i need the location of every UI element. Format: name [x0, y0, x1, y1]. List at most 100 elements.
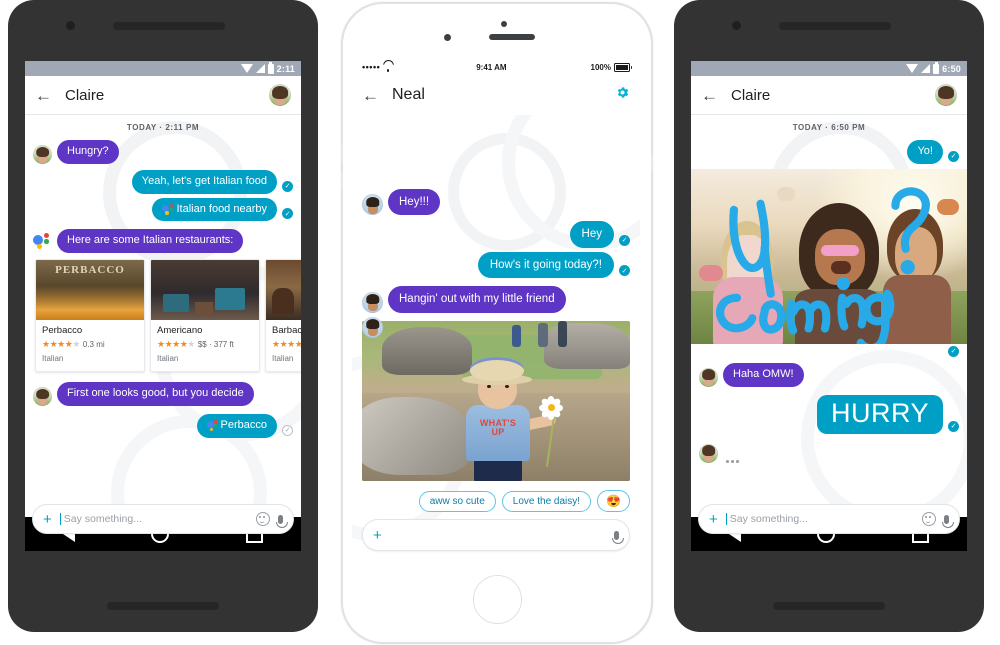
- message-composer-left[interactable]: + Say something...: [32, 504, 294, 534]
- message-bubble-outgoing[interactable]: How's it going today?!: [477, 251, 614, 279]
- smart-reply-chip[interactable]: aww so cute: [418, 490, 496, 512]
- daisy-flower: [538, 395, 564, 421]
- volume-up-button[interactable]: [341, 144, 343, 162]
- phone-left-screen: 2:11 ← Claire TODAY · 2:11 PM Hungry? Ye…: [25, 61, 301, 539]
- restaurant-card-carousel[interactable]: PERBACCO Perbacco ★★★★★ 0.3 mi Italian A…: [25, 255, 301, 376]
- photo-attachment[interactable]: WHAT'S UP: [362, 320, 630, 481]
- front-camera-icon: [732, 21, 741, 30]
- message-bubble-outgoing[interactable]: Hey: [569, 221, 614, 248]
- chat-thread-middle[interactable]: Hey!!! Hey ✓ How's it going today?! ✓ Ha…: [352, 115, 640, 559]
- message-row-assistant[interactable]: Here are some Italian restaurants:: [25, 223, 301, 255]
- restaurant-photo: PERBACCO: [36, 260, 144, 320]
- message-row[interactable]: First one looks good, but you decide: [25, 376, 301, 408]
- add-attachment-icon[interactable]: +: [43, 512, 52, 527]
- google-assistant-icon: [206, 420, 218, 432]
- message-bubble-incoming[interactable]: Hangin' out with my little friend: [388, 286, 566, 313]
- add-attachment-icon[interactable]: +: [709, 512, 718, 527]
- message-row-photo[interactable]: WHAT'S UP: [352, 315, 640, 483]
- screenshot-root: 2:11 ← Claire TODAY · 2:11 PM Hungry? Ye…: [0, 0, 1000, 645]
- delivered-check-icon: ✓: [948, 150, 959, 162]
- restaurant-rating-row: ★★★★★ $$ · 377 ft: [157, 339, 253, 350]
- mic-icon[interactable]: [611, 530, 624, 544]
- delivered-check-icon: ✓: [619, 265, 630, 277]
- message-row[interactable]: Perbacco ✓: [25, 408, 301, 440]
- message-bubble-outgoing[interactable]: Yeah, let's get Italian food: [131, 169, 277, 194]
- smart-reply-chip[interactable]: Love the daisy!: [501, 490, 592, 512]
- message-row[interactable]: Hey ✓: [352, 217, 640, 249]
- app-bar-left: ← Claire: [25, 76, 301, 115]
- message-row-typing: [691, 436, 967, 465]
- message-bubble-incoming[interactable]: Hey!!!: [388, 189, 441, 216]
- day-stamp: TODAY · 6:50 PM: [792, 123, 866, 132]
- android-status-bar: 2:11: [25, 61, 301, 76]
- message-row[interactable]: How's it going today?! ✓: [352, 250, 640, 280]
- message-input[interactable]: Say something...: [725, 513, 914, 525]
- message-row[interactable]: Haha OMW!: [691, 359, 967, 389]
- restaurant-card[interactable]: Americano ★★★★★ $$ · 377 ft Italian: [150, 259, 260, 372]
- battery-icon: [267, 61, 274, 74]
- wifi-icon: [383, 63, 392, 72]
- message-row-photo[interactable]: ✓: [691, 166, 967, 359]
- earpiece-speaker: [489, 34, 535, 40]
- wifi-icon: [240, 64, 253, 73]
- restaurant-cuisine: Italian: [157, 354, 179, 363]
- earpiece-speaker: [113, 22, 225, 30]
- avatar[interactable]: [935, 84, 957, 106]
- message-row[interactable]: Yeah, let's get Italian food ✓: [25, 166, 301, 196]
- status-time: 6:50: [942, 63, 961, 74]
- emoji-icon[interactable]: [256, 512, 270, 526]
- restaurant-card[interactable]: PERBACCO Perbacco ★★★★★ 0.3 mi Italian: [35, 259, 145, 372]
- battery-percent: 100%: [590, 62, 611, 72]
- message-composer-middle[interactable]: +: [362, 519, 630, 551]
- delivered-check-icon: ✓: [948, 420, 959, 432]
- restaurant-name: Perbacco: [42, 325, 83, 336]
- message-row[interactable]: Yo! ✓: [691, 138, 967, 166]
- chat-thread-right[interactable]: TODAY · 6:50 PM Yo! ✓ ✓ Haha OMW! HURRY …: [691, 115, 967, 539]
- star-rating-icon: ★★★★★: [157, 339, 195, 349]
- message-row[interactable]: Italian food nearby ✓: [25, 196, 301, 224]
- message-row[interactable]: HURRY ✓: [691, 389, 967, 436]
- message-bubble-incoming[interactable]: Haha OMW!: [723, 362, 804, 387]
- add-attachment-icon[interactable]: +: [373, 528, 382, 543]
- photo-attachment-doodle[interactable]: [691, 168, 967, 344]
- message-row[interactable]: Hangin' out with my little friend: [352, 280, 640, 314]
- app-bar-right: ← Claire: [691, 76, 967, 115]
- back-button[interactable]: ←: [362, 87, 384, 104]
- chat-thread-left[interactable]: TODAY · 2:11 PM Hungry? Yeah, let's get …: [25, 115, 301, 539]
- delivered-check-icon: ✓: [282, 180, 293, 192]
- avatar[interactable]: [269, 84, 291, 106]
- restaurant-card[interactable]: Barbacco ★★★★★ $ Italian: [265, 259, 301, 372]
- message-bubble-incoming[interactable]: First one looks good, but you decide: [57, 382, 254, 406]
- star-rating-icon: ★★★★★: [272, 339, 301, 349]
- restaurant-photo: [266, 260, 301, 320]
- message-row[interactable]: Hey!!!: [352, 115, 640, 217]
- volume-down-button[interactable]: [341, 172, 343, 190]
- smart-reply-emoji-chip[interactable]: 😍: [597, 489, 630, 512]
- gear-icon[interactable]: [615, 85, 630, 105]
- message-input[interactable]: Say something...: [59, 513, 248, 525]
- message-bubble-incoming[interactable]: Hungry?: [57, 140, 119, 164]
- mic-icon[interactable]: [275, 514, 288, 528]
- back-button[interactable]: ←: [701, 87, 723, 104]
- message-composer-right[interactable]: + Say something...: [698, 504, 960, 534]
- power-button[interactable]: [651, 154, 653, 172]
- restaurant-name: Americano: [157, 325, 203, 336]
- earpiece-speaker: [779, 22, 891, 30]
- shirt-text-line2: UP: [491, 426, 505, 437]
- message-bubble-assistant[interactable]: Here are some Italian restaurants:: [57, 229, 244, 253]
- message-bubble-assistant-query[interactable]: Italian food nearby: [152, 197, 277, 222]
- emoji-icon[interactable]: [922, 512, 936, 526]
- avatar: [699, 443, 718, 463]
- phone-left-android: 2:11 ← Claire TODAY · 2:11 PM Hungry? Ye…: [8, 0, 318, 632]
- phone-middle-iphone: ••••• 9:41 AM 100% ← Neal Hey!!! Hey ✓ H…: [341, 2, 653, 644]
- avatar: [362, 194, 383, 216]
- smart-reply-chips[interactable]: aww so cute Love the daisy! 😍: [352, 483, 640, 512]
- mic-icon[interactable]: [941, 514, 954, 528]
- back-button[interactable]: ←: [35, 87, 57, 104]
- message-bubble-assistant-query[interactable]: Perbacco: [196, 413, 277, 438]
- message-bubble-bigtext[interactable]: HURRY: [816, 394, 943, 434]
- message-row[interactable]: Hungry?: [25, 138, 301, 166]
- signal-icon: [921, 64, 931, 73]
- home-button[interactable]: [473, 575, 522, 624]
- message-bubble-outgoing[interactable]: Yo!: [907, 140, 943, 164]
